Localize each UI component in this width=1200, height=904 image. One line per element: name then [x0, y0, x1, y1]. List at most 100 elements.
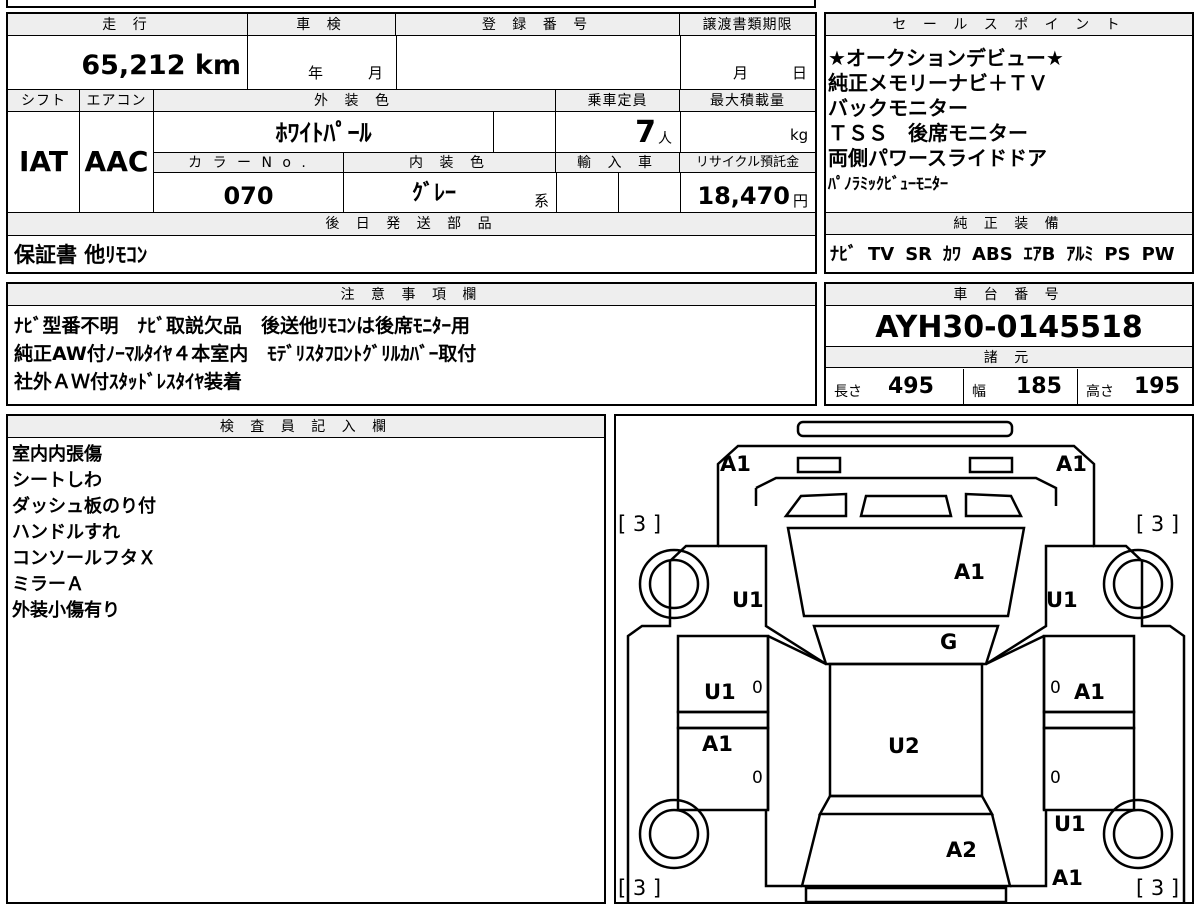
spec-height-label: 高さ: [1086, 384, 1114, 400]
equipment-item: PS: [1104, 244, 1131, 265]
spec-width: 幅 185: [964, 369, 1078, 404]
exterior-header: 外 装 色: [154, 90, 556, 112]
spec-length-value: 495: [888, 374, 934, 399]
mark-zero-1: 0: [752, 678, 763, 698]
inspector-line: コンソールフタＸ: [12, 548, 156, 569]
sales-point-line: ★オークションデビュー★: [828, 46, 1064, 70]
capacity-header: 乗車定員: [556, 90, 680, 112]
mark-fender-left: U1: [732, 588, 764, 612]
note-line: 純正AW付ﾉｰﾏﾙﾀｲﾔ４本室内 ﾓﾃﾞﾘｽﾀﾌﾛﾝﾄｸﾞﾘﾙｶﾊﾞｰ取付: [14, 343, 477, 365]
mark-hood: A1: [954, 560, 985, 584]
inspector-header: 検 査 員 記 入 欄: [8, 416, 604, 438]
later-parts-value: 保証書 他ﾘﾓｺﾝ: [14, 243, 148, 267]
top-cropped-strip: [6, 0, 816, 8]
interior-header: 内 装 色: [344, 153, 556, 173]
mark-tire-rr: [ 3 ]: [1136, 876, 1180, 900]
spec-width-label: 幅: [972, 384, 986, 400]
sales-point-line: ＴＳＳ 後席モニター: [828, 121, 1028, 145]
recycle-fee-value: 18,470: [697, 182, 790, 210]
recycle-unit: 円: [793, 192, 809, 210]
exterior-color-extra: [494, 112, 556, 152]
transfer-header: 譲渡書類期限: [680, 14, 815, 36]
spec-length: 長さ 495: [826, 369, 964, 404]
equipment-item: ﾅﾋﾞ: [830, 244, 857, 265]
sales-points-header: セ ー ル ス ポ イ ン ト: [826, 14, 1192, 36]
equipment-list: ﾅﾋﾞ TV SR ｶﾜ ABS ｴｱB ｱﾙﾐ PS PW: [830, 238, 1190, 272]
equipment-header: 純 正 装 備: [826, 212, 1192, 235]
sales-point-line: バックモニター: [828, 96, 968, 120]
chassis-value: AYH30-0145518: [875, 310, 1143, 345]
spec-length-label: 長さ: [834, 384, 862, 400]
mark-door-rl: A1: [702, 732, 733, 756]
mark-tire-rl: [ 3 ]: [618, 876, 662, 900]
spec-height-value: 195: [1134, 374, 1180, 399]
capacity-value: 7: [635, 115, 656, 150]
equipment-item: ABS: [972, 244, 1013, 265]
sales-point-line: 純正メモリーナビ＋ＴＶ: [828, 71, 1048, 95]
specs-header: 諸 元: [826, 346, 1192, 368]
equipment-item: TV: [868, 244, 895, 265]
mark-quarter-right: U1: [1054, 812, 1086, 836]
aircon-value: AAC: [80, 112, 154, 212]
shift-value: IAT: [8, 112, 80, 212]
transfer-day: 日: [792, 64, 808, 82]
mark-door-fr: A1: [1074, 680, 1105, 704]
inspector-line: 外装小傷有り: [12, 600, 120, 621]
equipment-item: ｴｱB: [1023, 244, 1056, 265]
inspector-line: ミラーＡ: [12, 574, 84, 595]
maxload-header: 最大積載量: [680, 90, 815, 112]
mark-door-fl: U1: [704, 680, 736, 704]
inspection-month: 月: [368, 64, 384, 82]
mark-windshield: G: [940, 630, 958, 654]
mark-front-left: A1: [720, 452, 751, 476]
equipment-item: PW: [1141, 244, 1175, 265]
mileage-header: 走 行: [8, 14, 248, 36]
inspector-line: 室内内張傷: [12, 444, 102, 465]
spec-width-value: 185: [1016, 374, 1062, 399]
inspector-line: シートしわ: [12, 470, 102, 491]
mileage-value: 65,212 km: [8, 36, 248, 89]
inspector-line: ハンドルすれ: [12, 522, 120, 543]
import-header: 輸 入 車: [556, 153, 680, 173]
mark-zero-3: 0: [752, 768, 763, 788]
vehicle-diagram: A1 A1 [ 3 ] [ 3 ] A1 U1 U1 G U1 0 0 A1 A…: [614, 414, 1194, 904]
car-outline: [626, 420, 1186, 902]
mark-tire-fl: [ 3 ]: [618, 512, 662, 536]
mark-fender-right: U1: [1046, 588, 1078, 612]
shift-header: シフト: [8, 90, 80, 112]
mark-rear: A2: [946, 838, 977, 862]
registration-header: 登 録 番 号: [396, 14, 680, 36]
equipment-item: ｱﾙﾐ: [1066, 244, 1094, 265]
mark-roof: U2: [888, 734, 920, 758]
notes-list: ﾅﾋﾞ型番不明 ﾅﾋﾞ取説欠品 後送他ﾘﾓｺﾝは後席ﾓﾆﾀｰ用 純正AW付ﾉｰﾏ…: [14, 312, 814, 402]
sales-point-line: ﾊﾟﾉﾗﾐｯｸﾋﾞｭｰﾓﾆﾀｰ: [828, 174, 949, 193]
capacity-unit: 人: [658, 131, 672, 147]
equipment-item: SR: [905, 244, 933, 265]
notes-header: 注 意 事 項 欄: [8, 284, 815, 306]
sales-points-list: ★オークションデビュー★ 純正メモリーナビ＋ＴＶ バックモニター ＴＳＳ 後席モ…: [828, 46, 1190, 212]
inspector-line: ダッシュ板のり付: [12, 496, 156, 517]
interior-suffix: 系: [534, 192, 550, 210]
spec-height: 高さ 195: [1078, 369, 1192, 404]
inspector-list: 室内内張傷 シートしわ ダッシュ板のり付 ハンドルすれ コンソールフタＸ ミラー…: [12, 442, 592, 642]
mark-zero-2: 0: [1050, 678, 1061, 698]
later-parts-header: 後 日 発 送 部 品: [8, 213, 815, 236]
note-line: 社外ＡＷ付ｽﾀｯﾄﾞﾚｽﾀｲﾔ装着: [14, 371, 243, 393]
maxload-unit: kg: [790, 126, 809, 144]
color-no-header: カ ラ ー N o .: [154, 153, 344, 173]
interior-color-value: ｸﾞﾚｰ: [411, 181, 456, 206]
chassis-header: 車 台 番 号: [826, 284, 1192, 306]
inspection-header: 車 検: [248, 14, 396, 36]
mark-zero-4: 0: [1050, 768, 1061, 788]
transfer-month: 月: [733, 64, 749, 82]
inspection-year: 年: [308, 64, 324, 82]
color-no-value: 070: [154, 173, 344, 212]
sales-point-line: 両側パワースライドドア: [828, 146, 1047, 170]
equipment-item: ｶﾜ: [943, 244, 962, 265]
exterior-color-value: ﾎﾜｲﾄﾊﾟｰﾙ: [154, 112, 494, 152]
mark-rear-right: A1: [1052, 866, 1083, 890]
aircon-header: エアコン: [80, 90, 154, 112]
mark-front-right: A1: [1056, 452, 1087, 476]
mark-tire-fr: [ 3 ]: [1136, 512, 1180, 536]
recycle-header: リサイクル預託金: [680, 153, 815, 173]
